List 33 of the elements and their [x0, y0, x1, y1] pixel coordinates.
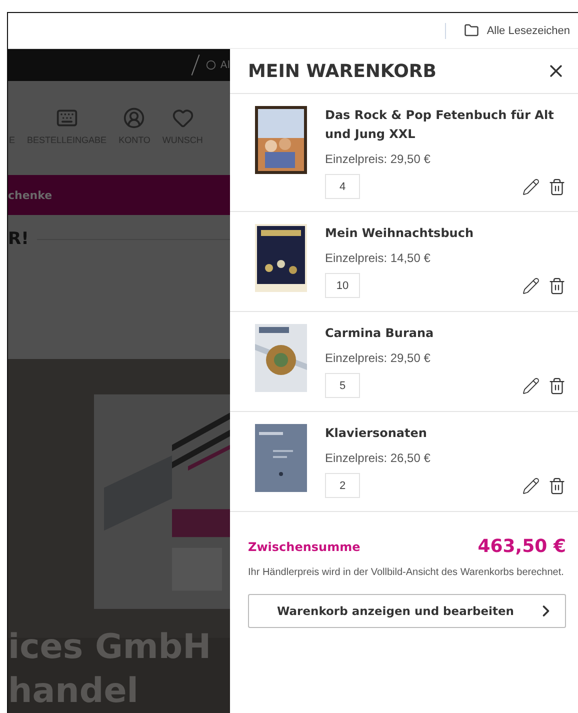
- edit-button[interactable]: [522, 276, 540, 294]
- product-title[interactable]: Mein Weihnachtsbuch: [325, 224, 566, 243]
- quantity-field[interactable]: 4: [325, 174, 360, 199]
- price-note: Ihr Händlerpreis wird in der Vollbild-Ansicht des Warenkorbs berechnet.: [248, 566, 565, 580]
- heart-icon: [172, 107, 194, 129]
- edit-button[interactable]: [522, 178, 540, 196]
- unit-price: Einzelpreis: 29,50 €: [325, 351, 432, 365]
- view-cart-button[interactable]: Warenkorb anzeigen und bearbeiten: [248, 594, 566, 628]
- unit-price: Einzelpreis: 26,50 €: [325, 451, 432, 465]
- product-title[interactable]: Carmina Burana: [325, 324, 566, 343]
- section-heading: R!: [8, 229, 29, 249]
- quantity-field[interactable]: 5: [325, 373, 360, 398]
- product-title[interactable]: Klaviersonaten: [325, 424, 566, 443]
- circle-icon: [206, 60, 216, 70]
- bookmarks-button[interactable]: Alle Lesezeichen: [464, 23, 570, 38]
- folder-icon: [464, 23, 479, 38]
- promo-text: chenke: [8, 188, 52, 202]
- delete-button[interactable]: [548, 476, 566, 494]
- delete-button[interactable]: [548, 376, 566, 394]
- unit-price: Einzelpreis: 14,50 €: [325, 251, 432, 265]
- delete-button[interactable]: [548, 178, 566, 196]
- subtotal-value: 463,50 €: [478, 536, 566, 557]
- quantity-field[interactable]: 2: [325, 473, 360, 498]
- delete-button[interactable]: [548, 276, 566, 294]
- subtotal-label: Zwischensumme: [248, 540, 360, 554]
- cart-title: MEIN WARENKORB: [248, 60, 436, 82]
- user-icon: [123, 107, 146, 129]
- unit-price: Einzelpreis: 29,50 €: [325, 152, 432, 166]
- keyboard-icon: [56, 107, 78, 129]
- edit-button[interactable]: [522, 476, 540, 494]
- edit-button[interactable]: [522, 376, 540, 394]
- product-title[interactable]: Das Rock & Pop Fetenbuch für Alt und Jung XXL: [325, 106, 566, 144]
- quantity-field[interactable]: 10: [325, 273, 360, 298]
